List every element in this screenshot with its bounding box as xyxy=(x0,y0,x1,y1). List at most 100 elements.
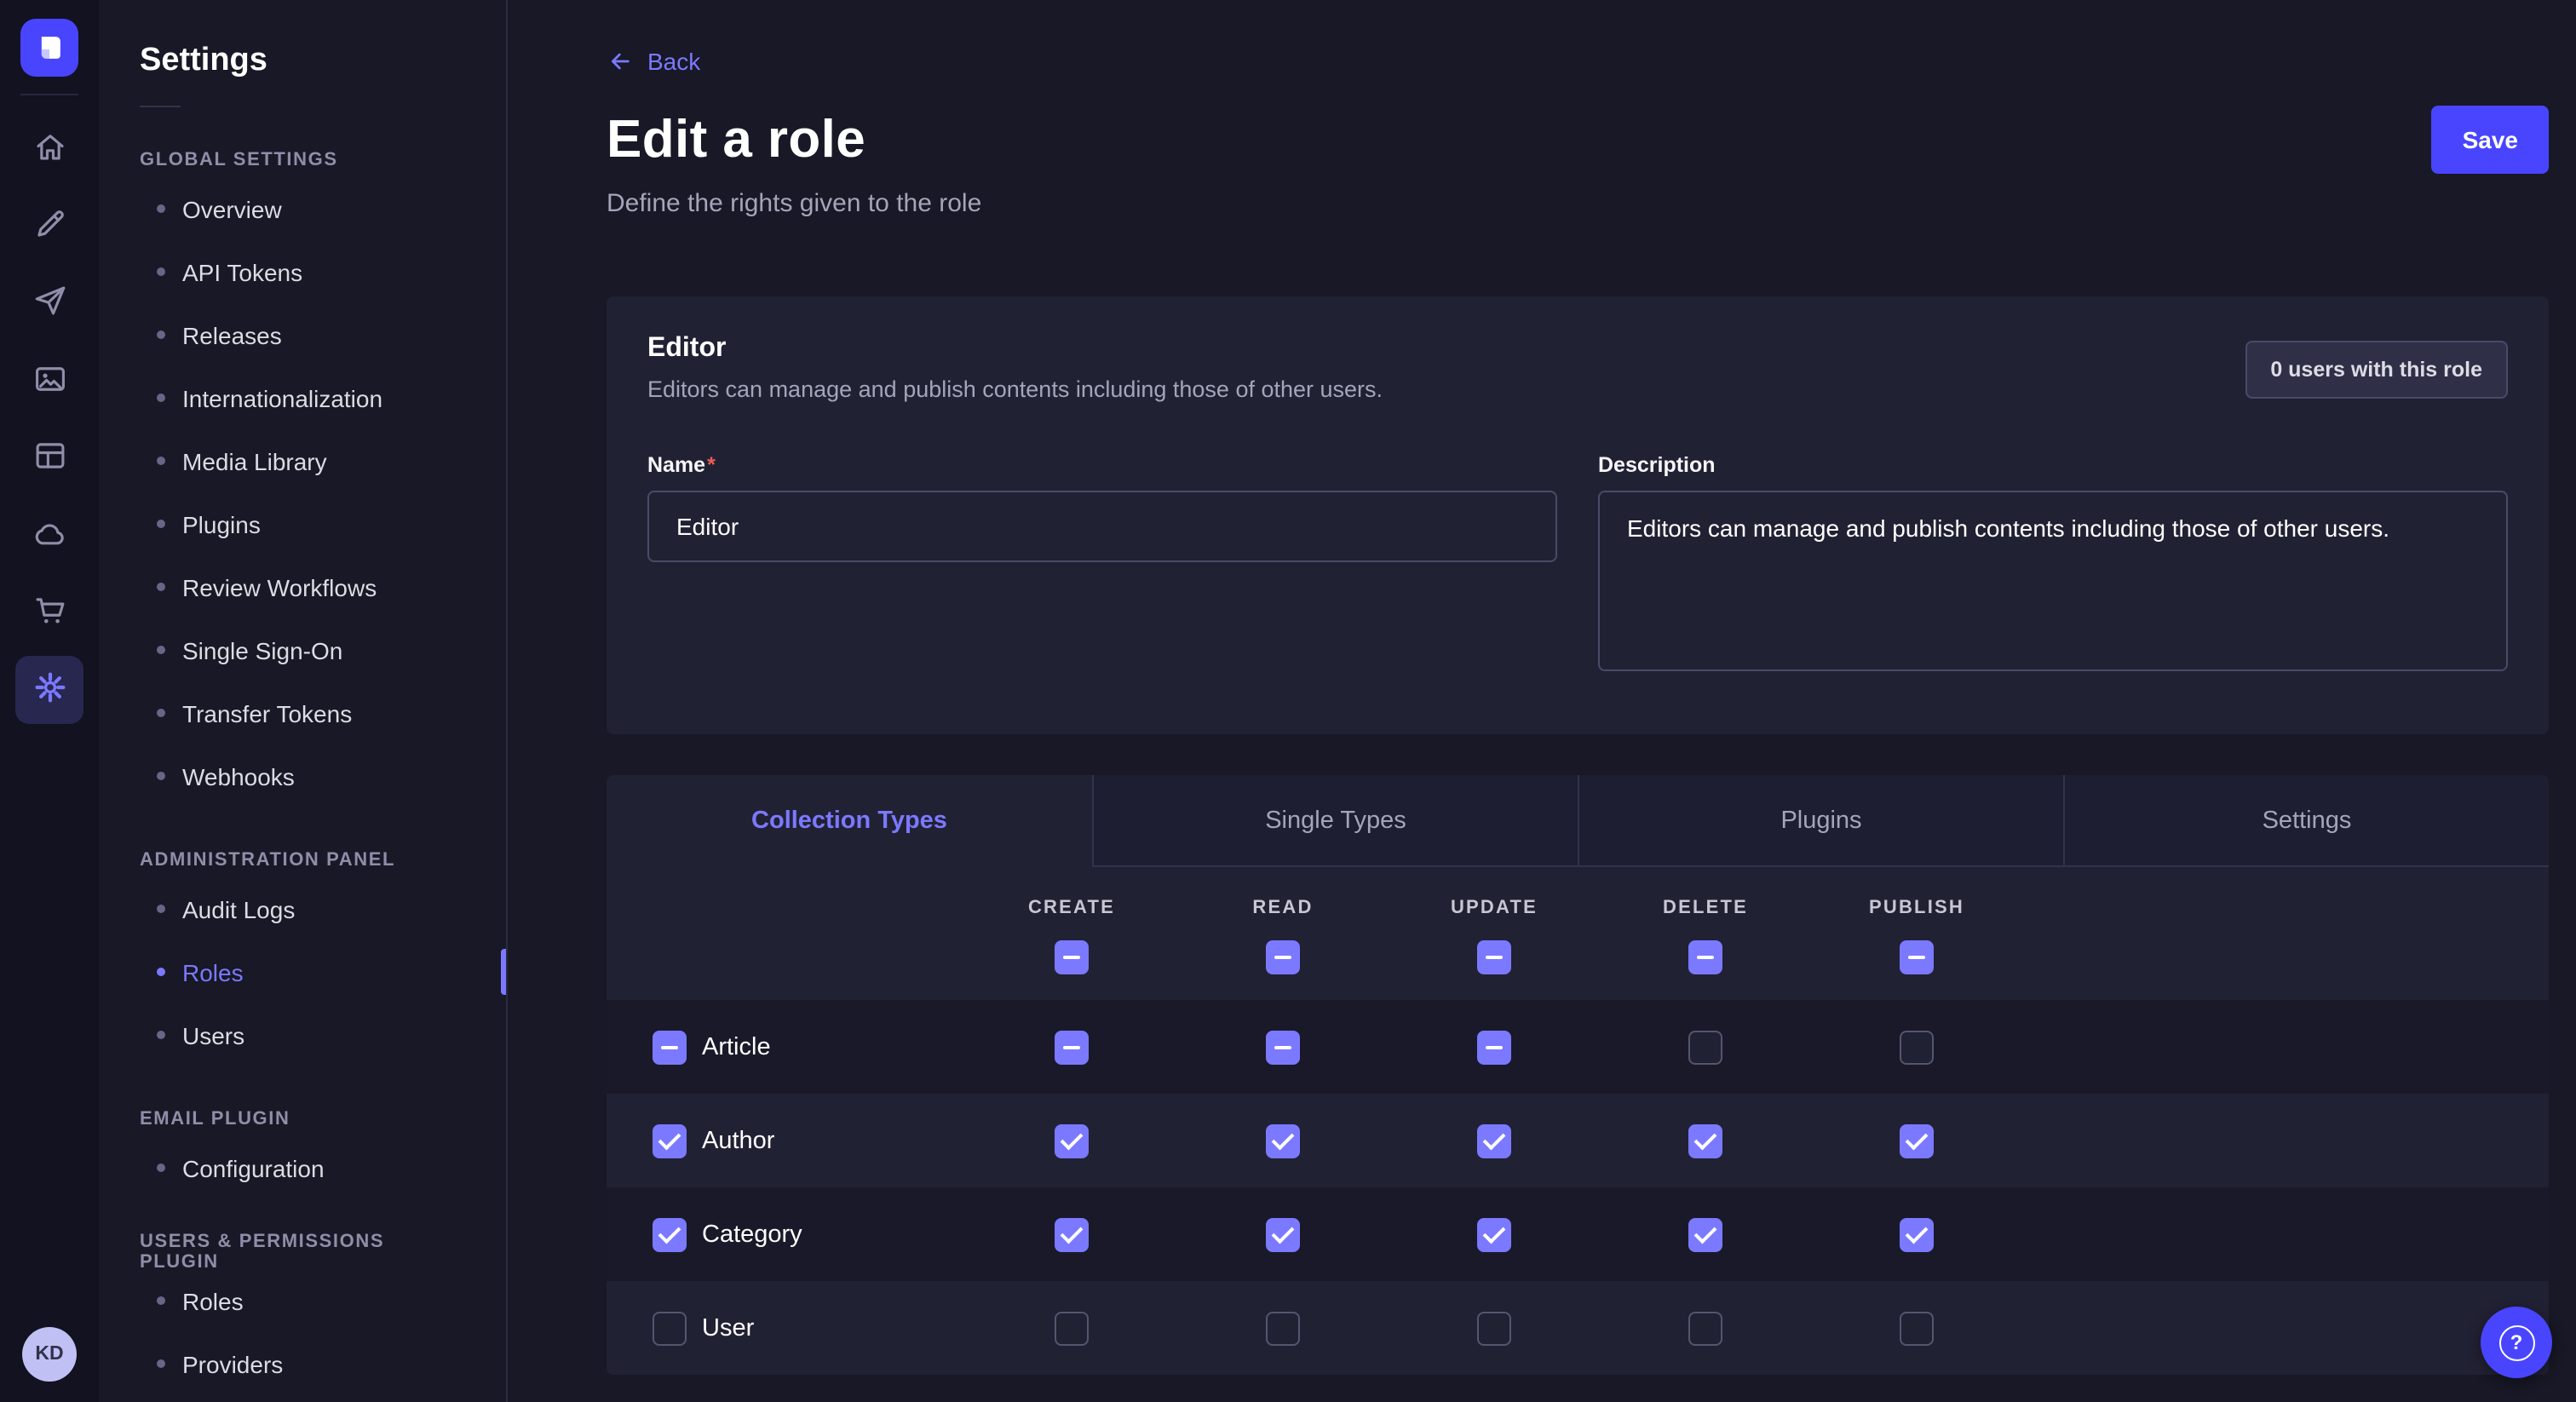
cell xyxy=(966,1217,1177,1251)
sidebar-item-roles[interactable]: Roles xyxy=(99,1269,506,1332)
title-row: Edit a role Save xyxy=(607,106,2549,174)
checkbox-author-delete[interactable] xyxy=(1688,1123,1722,1158)
checkbox-article-create[interactable] xyxy=(1055,1030,1089,1064)
sidebar-item-label: Roles xyxy=(182,958,244,985)
sidebar-item-audit-logs[interactable]: Audit Logs xyxy=(99,877,506,940)
checkbox-user-create[interactable] xyxy=(1055,1311,1089,1345)
bullet-icon xyxy=(157,267,165,276)
nav-home[interactable] xyxy=(15,115,83,183)
sidebar-item-label: Media Library xyxy=(182,447,327,474)
back-link[interactable]: Back xyxy=(607,48,700,75)
checkbox-author-read[interactable] xyxy=(1266,1123,1300,1158)
checkbox-user-all[interactable] xyxy=(653,1311,687,1345)
nav-cloud[interactable] xyxy=(15,502,83,570)
checkbox-user-read[interactable] xyxy=(1266,1311,1300,1345)
checkbox-article-publish[interactable] xyxy=(1900,1030,1934,1064)
role-description-text: Editors can manage and publish contents … xyxy=(647,376,2508,402)
tab-collection-types[interactable]: Collection Types xyxy=(607,775,1092,867)
sidebar-item-roles[interactable]: Roles xyxy=(99,940,506,1003)
rail-divider xyxy=(20,94,78,95)
sidebar-item-transfer-tokens[interactable]: Transfer Tokens xyxy=(99,681,506,744)
checkbox-category-publish[interactable] xyxy=(1900,1217,1934,1251)
column-label: UPDATE xyxy=(1451,898,1538,918)
row-label: Article xyxy=(702,1033,771,1060)
bullet-icon xyxy=(157,1164,165,1172)
permissions-card: Collection TypesSingle TypesPluginsSetti… xyxy=(607,775,2549,1375)
row-label: Author xyxy=(702,1127,774,1154)
main-content: Back Edit a role Save Define the rights … xyxy=(508,0,2576,1402)
settings-sidebar: Settings GLOBAL SETTINGSOverviewAPI Toke… xyxy=(99,0,508,1402)
permissions-rows: ArticleAuthorCategoryUser xyxy=(607,1000,2549,1375)
save-button[interactable]: Save xyxy=(2432,106,2549,174)
sidebar-item-internationalization[interactable]: Internationalization xyxy=(99,366,506,429)
sidebar-item-media-library[interactable]: Media Library xyxy=(99,429,506,492)
checkbox-author-all[interactable] xyxy=(653,1123,687,1158)
sidebar-item-label: Review Workflows xyxy=(182,573,377,600)
bullet-icon xyxy=(157,204,165,213)
column-label: CREATE xyxy=(1028,898,1115,918)
users-with-role-button[interactable]: 0 users with this role xyxy=(2245,341,2508,399)
bullet-icon xyxy=(157,709,165,717)
checkbox-category-update[interactable] xyxy=(1477,1217,1511,1251)
sidebar-item-configuration[interactable]: Configuration xyxy=(99,1136,506,1199)
checkbox-category-read[interactable] xyxy=(1266,1217,1300,1251)
nav-content-type-builder[interactable] xyxy=(15,192,83,261)
checkbox-category-all[interactable] xyxy=(653,1217,687,1251)
checkbox-author-create[interactable] xyxy=(1055,1123,1089,1158)
perm-column-create: CREATE xyxy=(966,867,1177,1000)
back-label: Back xyxy=(647,48,700,75)
nav-content-manager[interactable] xyxy=(15,424,83,492)
sidebar-item-releases[interactable]: Releases xyxy=(99,303,506,366)
sidebar-item-providers[interactable]: Providers xyxy=(99,1332,506,1395)
strapi-logo[interactable] xyxy=(20,19,78,77)
nav-deploy[interactable] xyxy=(15,270,83,338)
checkbox-article-update[interactable] xyxy=(1477,1030,1511,1064)
name-field-group: Name* xyxy=(647,450,1557,680)
layout-icon xyxy=(32,438,67,479)
checkbox-user-publish[interactable] xyxy=(1900,1311,1934,1345)
sidebar-item-label: Roles xyxy=(182,1287,244,1314)
tab-plugins[interactable]: Plugins xyxy=(1578,775,2063,867)
checkbox-all-publish[interactable] xyxy=(1900,940,1934,974)
checkbox-article-read[interactable] xyxy=(1266,1030,1300,1064)
checkbox-author-update[interactable] xyxy=(1477,1123,1511,1158)
checkbox-all-create[interactable] xyxy=(1055,940,1089,974)
name-input[interactable] xyxy=(647,491,1557,562)
tab-single-types[interactable]: Single Types xyxy=(1092,775,1578,867)
checkbox-user-delete[interactable] xyxy=(1688,1311,1722,1345)
nav-settings[interactable] xyxy=(15,657,83,725)
description-textarea[interactable]: Editors can manage and publish contents … xyxy=(1598,491,2508,671)
checkbox-category-create[interactable] xyxy=(1055,1217,1089,1251)
checkbox-user-update[interactable] xyxy=(1477,1311,1511,1345)
nav-marketplace[interactable] xyxy=(15,579,83,647)
sidebar-item-webhooks[interactable]: Webhooks xyxy=(99,744,506,807)
checkbox-all-read[interactable] xyxy=(1266,940,1300,974)
checkbox-all-delete[interactable] xyxy=(1688,940,1722,974)
sidebar-section: ADMINISTRATION PANELAudit LogsRolesUsers xyxy=(99,843,506,1066)
sidebar-item-overview[interactable]: Overview xyxy=(99,177,506,240)
cell xyxy=(1811,1217,2022,1251)
help-button[interactable]: ? xyxy=(2481,1307,2552,1378)
cell xyxy=(1389,1123,1600,1158)
sidebar-item-plugins[interactable]: Plugins xyxy=(99,492,506,555)
sidebar-item-label: Users xyxy=(182,1021,244,1049)
sidebar-item-api-tokens[interactable]: API Tokens xyxy=(99,240,506,303)
sidebar-item-label: Providers xyxy=(182,1350,283,1377)
tab-settings[interactable]: Settings xyxy=(2063,775,2549,867)
bullet-icon xyxy=(157,1031,165,1039)
sidebar-item-single-sign-on[interactable]: Single Sign-On xyxy=(99,618,506,681)
nav-media-library[interactable] xyxy=(15,348,83,416)
name-field-label: Name* xyxy=(647,453,716,477)
images-icon xyxy=(32,361,67,402)
sidebar-item-label: Overview xyxy=(182,195,282,222)
checkbox-article-delete[interactable] xyxy=(1688,1030,1722,1064)
checkbox-category-delete[interactable] xyxy=(1688,1217,1722,1251)
checkbox-all-update[interactable] xyxy=(1477,940,1511,974)
bullet-icon xyxy=(157,330,165,339)
rail-bottom: KD xyxy=(22,1327,77,1382)
checkbox-author-publish[interactable] xyxy=(1900,1123,1934,1158)
avatar[interactable]: KD xyxy=(22,1327,77,1382)
checkbox-article-all[interactable] xyxy=(653,1030,687,1064)
sidebar-item-users[interactable]: Users xyxy=(99,1003,506,1066)
sidebar-item-review-workflows[interactable]: Review Workflows xyxy=(99,555,506,618)
